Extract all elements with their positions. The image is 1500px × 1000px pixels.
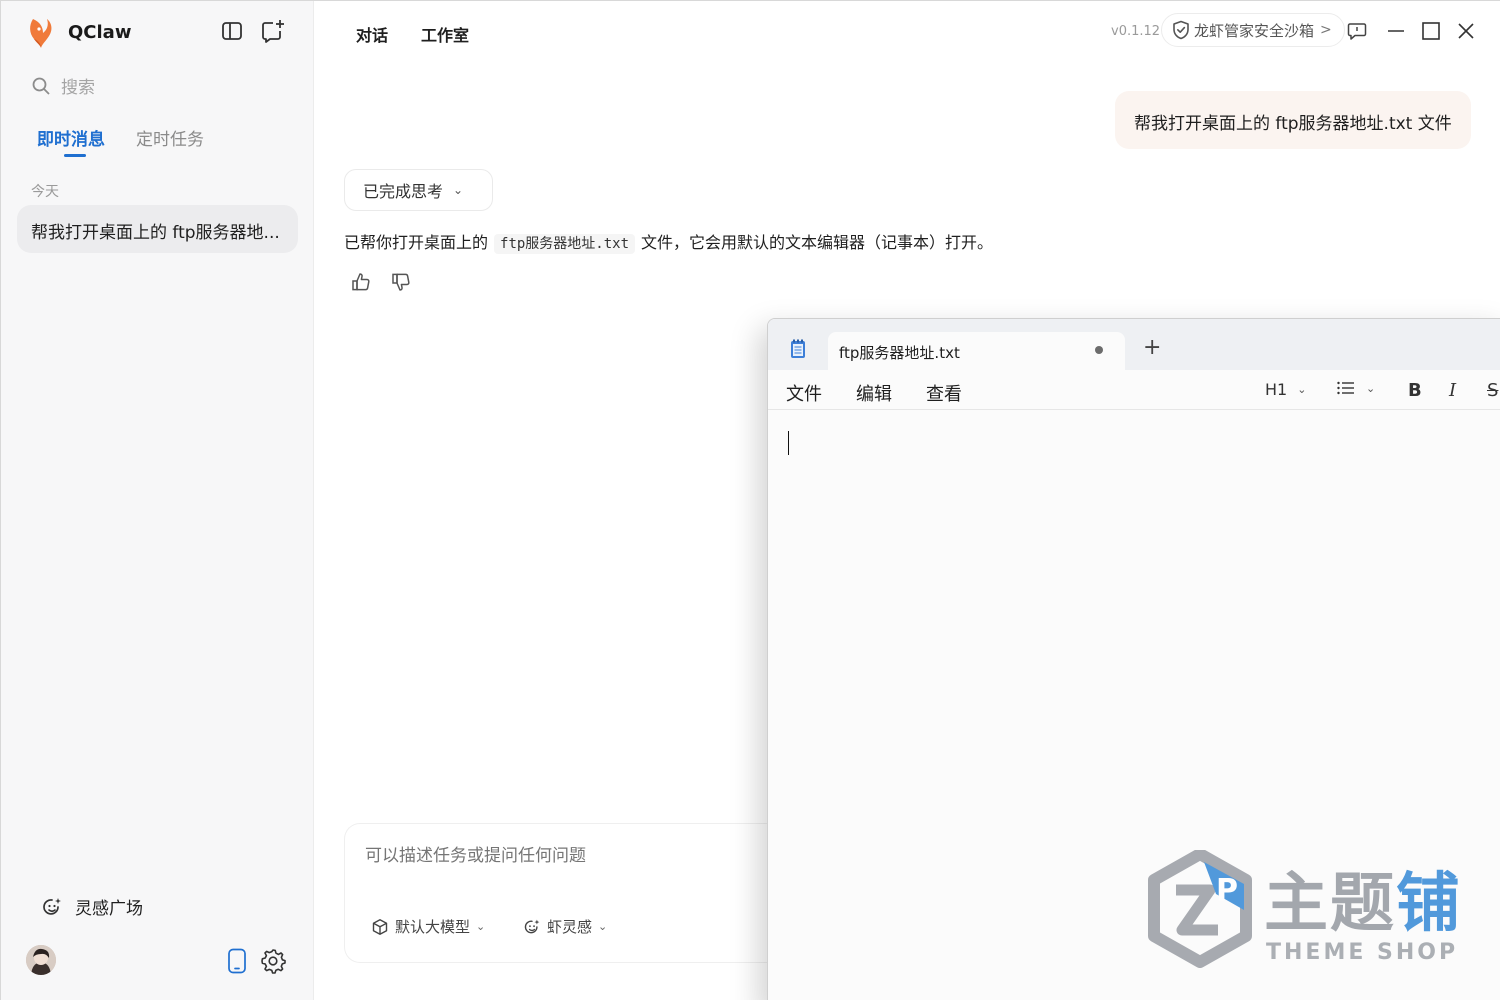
minimize-icon[interactable] [1384, 19, 1408, 43]
sidebar: QClaw 搜索 即时消息 定时任务 今天 帮我打开桌面上的 ftp服务器地..… [1, 1, 314, 1000]
unsaved-dot-icon[interactable] [1095, 346, 1103, 354]
settings-gear-icon[interactable] [259, 947, 287, 975]
claw-logo-icon [30, 19, 52, 48]
thumbs-down-icon[interactable] [390, 271, 412, 293]
user-message-bubble: 帮我打开桌面上的 ftp服务器地址.txt 文件 [1115, 91, 1471, 149]
notepad-tab-title: ftp服务器地址.txt [839, 344, 960, 362]
new-chat-icon[interactable] [260, 18, 286, 44]
shield-check-icon [1173, 20, 1189, 40]
wm-char-2: 题 [1330, 867, 1396, 941]
assistant-reply: 已帮你打开桌面上的 ftp服务器地址.txt 文件，它会用默认的文本编辑器（记事本）… [344, 229, 994, 254]
composer-input[interactable] [365, 846, 725, 866]
watermark: P 主题铺 THEME SHOP [1146, 850, 1486, 975]
heading-dropdown[interactable]: H1 ⌄ [1265, 380, 1306, 399]
search-input[interactable]: 搜索 [31, 73, 95, 98]
chevron-down-icon: ⌄ [476, 920, 486, 933]
chevron-down-icon: ⌄ [453, 183, 464, 197]
cube-icon [372, 918, 388, 935]
notepad-titlebar: ftp服务器地址.txt + [768, 319, 1500, 372]
notepad-file-tab[interactable]: ftp服务器地址.txt [828, 332, 1125, 372]
bold-button[interactable]: B [1408, 380, 1422, 401]
smile-spark-icon [43, 897, 61, 915]
tab-scheduled-tasks[interactable]: 定时任务 [136, 125, 204, 150]
app-name: QClaw [68, 21, 132, 43]
reply-suffix: 文件，它会用默认的文本编辑器（记事本）打开。 [641, 233, 994, 252]
skill-label: 虾灵感 [547, 918, 593, 936]
new-tab-button[interactable]: + [1143, 337, 1161, 359]
date-group-label: 今天 [31, 184, 59, 200]
thinking-label: 已完成思考 [363, 182, 444, 201]
watermark-english-text: THEME SHOP [1266, 940, 1459, 965]
maximize-icon[interactable] [1419, 19, 1443, 43]
tab-instant-messages[interactable]: 即时消息 [37, 125, 105, 157]
tab-chat[interactable]: 对话 [356, 22, 388, 46]
heading-label: H1 [1265, 380, 1288, 399]
smile-spark-icon [524, 919, 540, 933]
svg-text:P: P [1216, 873, 1238, 908]
model-label: 默认大模型 [395, 918, 471, 936]
close-icon[interactable] [1454, 19, 1478, 43]
sidebar-toggle-icon[interactable] [220, 19, 244, 43]
chevron-down-icon: ⌄ [598, 920, 608, 933]
inspiration-label: 灵感广场 [75, 899, 143, 919]
strikethrough-button[interactable]: S [1487, 380, 1498, 401]
tab-studio[interactable]: 工作室 [421, 22, 469, 46]
list-dropdown[interactable]: ⌄ [1336, 380, 1375, 396]
chevron-right-icon: > [1320, 22, 1332, 38]
phone-icon[interactable] [227, 948, 247, 974]
theme-shop-logo-icon: P [1148, 850, 1252, 968]
reply-filename-code: ftp服务器地址.txt [494, 234, 636, 254]
menu-file[interactable]: 文件 [786, 380, 822, 406]
version-label: v0.1.12 [1111, 24, 1161, 39]
chevron-down-icon: ⌄ [1366, 381, 1376, 395]
message-tabs: 即时消息 定时任务 [37, 125, 235, 157]
menu-view[interactable]: 查看 [926, 380, 962, 406]
skill-select[interactable]: 虾灵感 ⌄ [523, 916, 607, 937]
search-icon [32, 77, 50, 95]
user-avatar-icon [26, 945, 56, 975]
thumbs-up-icon[interactable] [350, 271, 372, 293]
reply-prefix: 已帮你打开桌面上的 [344, 233, 489, 252]
brand: QClaw [25, 15, 131, 49]
feedback-icon[interactable] [1345, 19, 1369, 43]
italic-button[interactable]: I [1449, 380, 1456, 401]
inspiration-plaza-link[interactable]: 灵感广场 [41, 894, 143, 919]
wm-char-1: 主 [1264, 867, 1330, 941]
wm-char-3: 铺 [1396, 867, 1462, 941]
notepad-menubar: 文件 编辑 查看 H1 ⌄ ⌄ B I S [768, 370, 1500, 410]
watermark-chinese-text: 主题铺 [1264, 852, 1462, 944]
avatar[interactable] [26, 945, 56, 975]
text-cursor [788, 431, 789, 455]
model-select[interactable]: 默认大模型 ⌄ [371, 916, 485, 937]
notepad-app-icon [791, 339, 805, 358]
security-sandbox-button[interactable]: 龙虾管家安全沙箱 > [1161, 13, 1345, 47]
bullet-list-icon [1337, 381, 1354, 395]
conversation-item[interactable]: 帮我打开桌面上的 ftp服务器地... [17, 205, 298, 253]
chevron-down-icon: ⌄ [1297, 383, 1307, 396]
search-placeholder: 搜索 [61, 78, 95, 98]
sandbox-label: 龙虾管家安全沙箱 [1194, 21, 1315, 40]
menu-edit[interactable]: 编辑 [856, 380, 892, 406]
thinking-toggle-button[interactable]: 已完成思考 ⌄ [344, 169, 493, 211]
